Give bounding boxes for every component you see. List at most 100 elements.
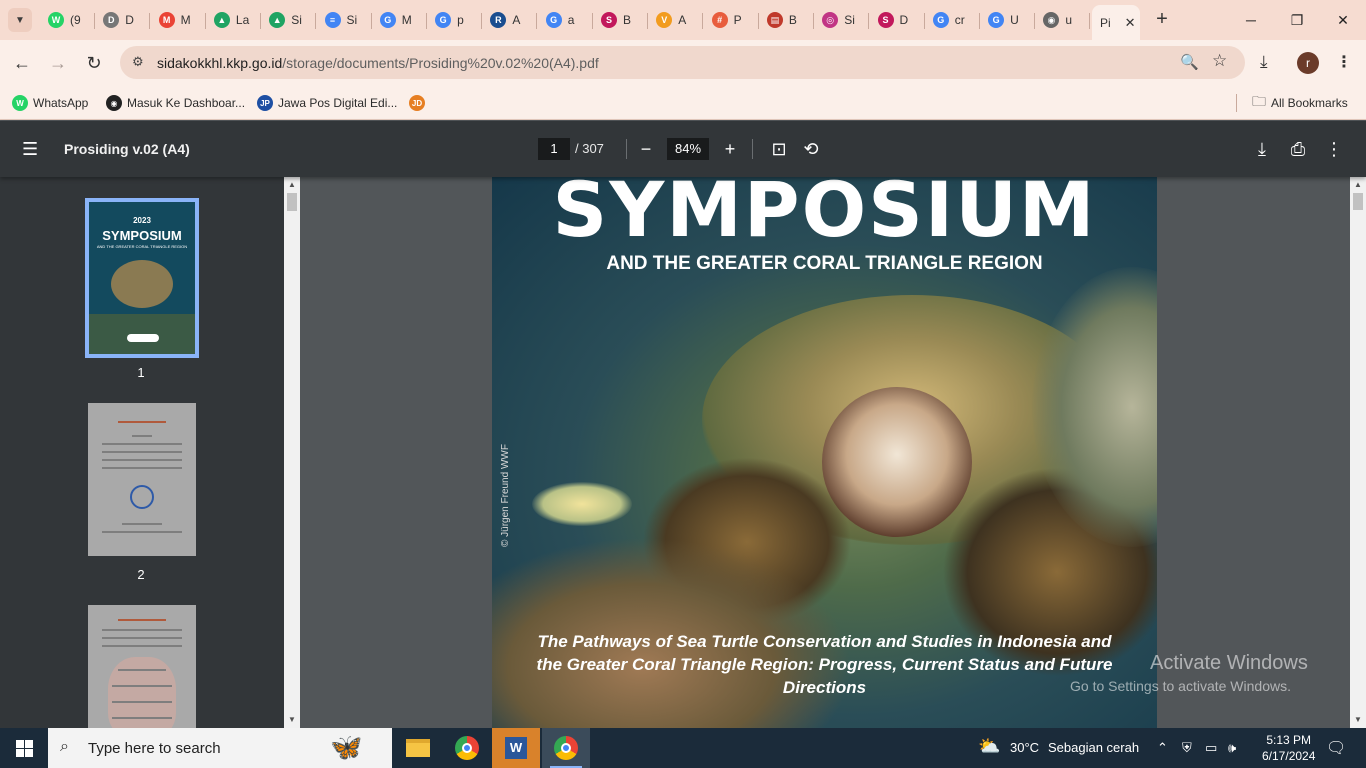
chrome-app-active[interactable] xyxy=(542,728,590,768)
minimize-button[interactable]: ─ xyxy=(1228,0,1274,40)
scroll-up-icon[interactable]: ▲ xyxy=(1354,180,1362,189)
tab-10[interactable]: Ga xyxy=(538,5,593,35)
tab-6[interactable]: ≡ Si xyxy=(317,5,372,35)
scroll-down-icon[interactable]: ▼ xyxy=(288,715,296,724)
reload-button[interactable]: ↻ xyxy=(81,50,107,76)
tab-9[interactable]: RA xyxy=(482,5,538,35)
sidebar-scrollbar[interactable]: ▲ ▼ xyxy=(284,177,300,728)
drive-icon: ▲ xyxy=(269,12,286,28)
tab-17[interactable]: Gcr xyxy=(925,5,980,35)
pdf-more-icon[interactable]: ⋮ xyxy=(1320,135,1348,163)
chrome-icon xyxy=(554,736,578,760)
page-thumbnail-3[interactable] xyxy=(88,605,196,728)
tab-generic-icon: V xyxy=(656,12,673,28)
address-bar[interactable]: ⚙ sidakokkhl.kkp.go.id/storage/documents… xyxy=(120,46,1245,79)
drive-icon: ▲ xyxy=(213,12,230,28)
url-text[interactable]: sidakokkhl.kkp.go.id/storage/documents/P… xyxy=(157,55,599,71)
tab-8[interactable]: Gp xyxy=(427,5,483,35)
notifications-icon[interactable]: 🗨 xyxy=(1326,738,1346,758)
maximize-button[interactable]: ❐ xyxy=(1274,0,1320,40)
tab-search-button[interactable]: ▼ xyxy=(8,8,32,32)
tab-1[interactable]: W (9 xyxy=(40,5,95,35)
tab-5[interactable]: ▲ Si xyxy=(261,5,317,35)
tab-generic-icon: D xyxy=(103,12,120,28)
scribd-icon: S xyxy=(601,12,617,28)
tab-16[interactable]: SD xyxy=(870,5,925,35)
close-tab-icon[interactable]: ✕ xyxy=(1125,15,1136,31)
weather-temp[interactable]: 30°C xyxy=(1010,740,1039,755)
print-icon[interactable]: ⎙ xyxy=(1284,135,1312,163)
profile-avatar[interactable]: r xyxy=(1297,52,1319,74)
tab-7[interactable]: GM xyxy=(372,5,427,35)
chrome-icon xyxy=(455,736,479,760)
network-icon[interactable]: ▭ xyxy=(1205,740,1217,756)
rotate-icon[interactable]: ⟲ xyxy=(797,135,825,163)
thumb-text-line xyxy=(102,531,182,533)
browser-menu-icon[interactable]: ⋮ xyxy=(1336,52,1352,72)
sidebar-scroll-thumb[interactable] xyxy=(287,193,297,211)
sidebar-menu-icon[interactable]: ☰ xyxy=(22,139,38,160)
bookmark-2[interactable]: ◉ Masuk Ke Dashboar... xyxy=(106,92,245,114)
tab-15[interactable]: ◎ Si xyxy=(814,5,870,35)
scroll-down-icon[interactable]: ▼ xyxy=(1354,715,1362,724)
tab-11[interactable]: SB xyxy=(593,5,648,35)
downloads-icon[interactable]: ⤓ xyxy=(1260,52,1268,72)
bookmark-3[interactable]: JP Jawa Pos Digital Edi... xyxy=(257,92,397,114)
thumb-subtitle: AND THE GREATER CORAL TRIANGLE REGION xyxy=(96,244,188,249)
cover-subtitle: The Pathways of Sea Turtle Conservation … xyxy=(536,632,1113,697)
google-icon: G xyxy=(932,12,949,28)
folder-icon xyxy=(406,739,430,757)
chrome-app[interactable] xyxy=(443,728,491,768)
tab-19[interactable]: ◉ u xyxy=(1035,5,1091,35)
volume-icon[interactable]: 🕪 xyxy=(1228,740,1236,756)
page-number-input[interactable]: 1 xyxy=(538,138,570,160)
security-icon[interactable]: ⛨ xyxy=(1182,740,1192,756)
zoom-icon[interactable]: 🔍 xyxy=(1180,53,1199,71)
zoom-out-icon[interactable]: − xyxy=(632,135,660,163)
page-thumbnail-2[interactable] xyxy=(88,403,196,556)
arrow-left-icon: ← xyxy=(13,52,31,73)
bookmark-star-icon[interactable]: ☆ xyxy=(1212,51,1227,71)
tab-18[interactable]: GU xyxy=(980,5,1036,35)
fit-page-icon[interactable]: ⊡ xyxy=(765,135,793,163)
tab-4[interactable]: ▲ La xyxy=(206,5,261,35)
tab-3[interactable]: MM xyxy=(151,5,206,35)
start-button[interactable] xyxy=(0,728,48,768)
windows-taskbar: ⌕ Type here to search 🦋 W ⛅ 30°C Sebagia… xyxy=(0,728,1366,768)
tab-active[interactable]: Pi ✕ xyxy=(1092,5,1140,40)
bookmark-1[interactable]: W WhatsApp xyxy=(12,92,88,114)
zoom-in-icon[interactable]: + xyxy=(716,135,744,163)
tab-label: A xyxy=(512,13,521,27)
activate-windows-watermark: Activate Windows Go to Settings to activ… xyxy=(1070,652,1308,694)
document-scrollbar[interactable]: ▲ ▼ xyxy=(1350,177,1366,728)
back-button[interactable]: ← xyxy=(9,50,35,76)
system-clock[interactable]: 5:13 PM 6/17/2024 xyxy=(1262,732,1315,764)
new-tab-button[interactable]: + xyxy=(1150,8,1174,32)
photo-credit: © Jürgen Freund WWF xyxy=(500,444,511,547)
tab-13[interactable]: # P xyxy=(704,5,759,35)
tab-label: B xyxy=(623,13,632,27)
thumb-text-line xyxy=(118,669,166,671)
zoom-level-input[interactable]: 84% xyxy=(667,138,709,160)
scroll-up-icon[interactable]: ▲ xyxy=(288,180,296,189)
download-icon[interactable]: ⤓ xyxy=(1248,135,1276,163)
word-icon: W xyxy=(505,737,527,759)
word-app[interactable]: W xyxy=(492,728,540,768)
forward-button[interactable]: → xyxy=(45,50,71,76)
tab-12[interactable]: VA xyxy=(648,5,704,35)
document-scroll-thumb[interactable] xyxy=(1353,193,1363,210)
bookmark-4[interactable]: JD xyxy=(409,92,430,114)
cover-subheading: AND THE GREATER CORAL TRIANGLE REGION xyxy=(606,253,1043,274)
show-hidden-icons-icon[interactable]: ⌃ xyxy=(1157,740,1168,756)
taskbar-search[interactable]: ⌕ Type here to search 🦋 xyxy=(48,728,392,768)
weather-description[interactable]: Sebagian cerah xyxy=(1048,740,1139,755)
file-explorer-app[interactable] xyxy=(394,728,442,768)
weather-icon[interactable]: ⛅ xyxy=(978,736,1000,757)
tab-label: Si xyxy=(291,13,302,27)
tab-2[interactable]: DD xyxy=(95,5,151,35)
site-settings-icon[interactable]: ⚙ xyxy=(132,54,144,70)
page-thumbnail-1[interactable]: 2023 SYMPOSIUM AND THE GREATER CORAL TRI… xyxy=(85,198,199,358)
close-window-button[interactable]: ✕ xyxy=(1320,0,1366,40)
all-bookmarks-button[interactable]: 🗀 All Bookmarks xyxy=(1252,92,1348,114)
tab-14[interactable]: ▤ B xyxy=(759,5,814,35)
